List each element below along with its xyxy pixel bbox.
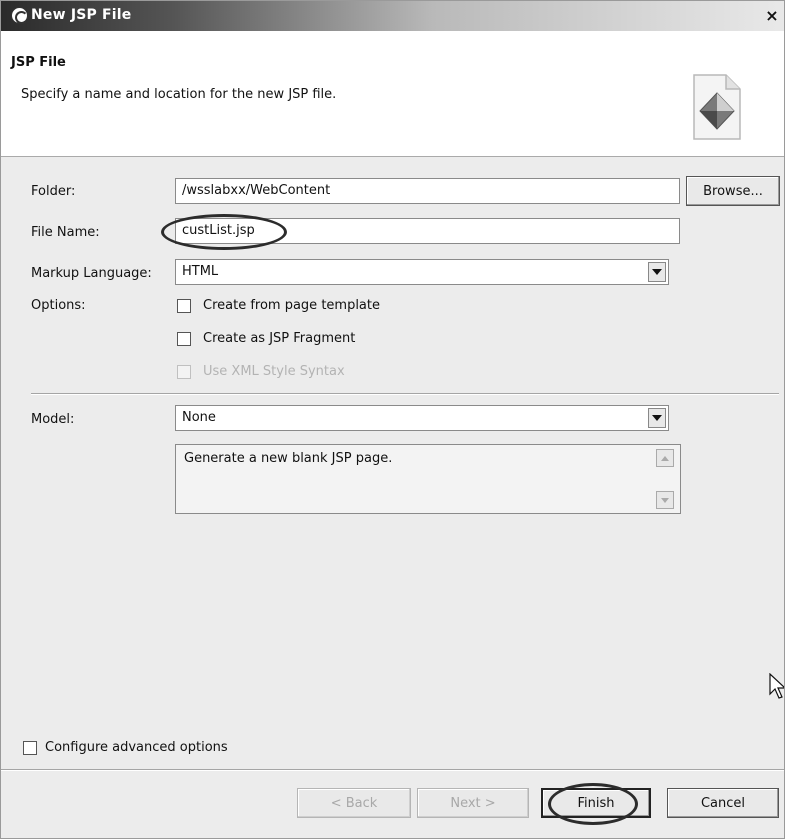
page-title: JSP File (11, 55, 66, 70)
option-create-as-fragment[interactable]: Create as JSP Fragment (177, 331, 355, 346)
dropdown-arrow-icon[interactable] (648, 408, 666, 428)
scrollbar[interactable] (656, 449, 676, 509)
markup-language-select[interactable]: HTML (175, 259, 669, 285)
option-label: Create as JSP Fragment (203, 331, 356, 346)
page-description: Specify a name and location for the new … (21, 87, 337, 102)
mouse-pointer-icon (769, 673, 784, 699)
jsp-file-wizard-icon (693, 74, 741, 140)
scroll-down-icon[interactable] (656, 491, 674, 509)
wizard-swirl-icon (11, 7, 28, 24)
option-label: Create from page template (203, 298, 380, 313)
model-description-text: Generate a new blank JSP page. (184, 451, 393, 466)
button-bar-separator (1, 769, 784, 771)
window-title: New JSP File (31, 7, 132, 23)
browse-button[interactable]: Browse... (686, 176, 780, 206)
checkbox[interactable] (177, 331, 191, 346)
next-button[interactable]: Next > (417, 788, 529, 818)
folder-field[interactable]: /wsslabxx/WebContent (175, 178, 680, 204)
option-xml-style-syntax: Use XML Style Syntax (177, 364, 345, 379)
option-create-from-template[interactable]: Create from page template (177, 298, 380, 313)
model-label: Model: (31, 412, 75, 427)
new-jsp-file-dialog: New JSP File × JSP File Specify a name a… (0, 0, 785, 839)
filename-label: File Name: (31, 225, 100, 240)
model-description: Generate a new blank JSP page. (175, 444, 681, 514)
model-value: None (182, 410, 216, 425)
filename-field[interactable]: custList.jsp (175, 218, 680, 244)
close-button[interactable]: × (762, 7, 782, 25)
options-label: Options: (31, 298, 86, 313)
option-label: Use XML Style Syntax (203, 364, 345, 379)
cancel-button[interactable]: Cancel (667, 788, 779, 818)
advanced-options-label: Configure advanced options (45, 740, 228, 755)
configure-advanced-options[interactable]: Configure advanced options (23, 740, 228, 755)
folder-label: Folder: (31, 184, 76, 199)
finish-button[interactable]: Finish (541, 788, 651, 818)
back-button[interactable]: < Back (297, 788, 411, 818)
markup-language-value: HTML (182, 264, 219, 279)
separator (31, 393, 779, 395)
markup-language-label: Markup Language: (31, 266, 152, 281)
dropdown-arrow-icon[interactable] (648, 262, 666, 282)
model-select[interactable]: None (175, 405, 669, 431)
scroll-up-icon[interactable] (656, 449, 674, 467)
checkbox[interactable] (177, 298, 191, 313)
checkbox[interactable] (23, 740, 37, 755)
title-bar: New JSP File × (1, 1, 784, 31)
checkbox (177, 364, 191, 379)
wizard-header: JSP File Specify a name and location for… (1, 31, 784, 157)
